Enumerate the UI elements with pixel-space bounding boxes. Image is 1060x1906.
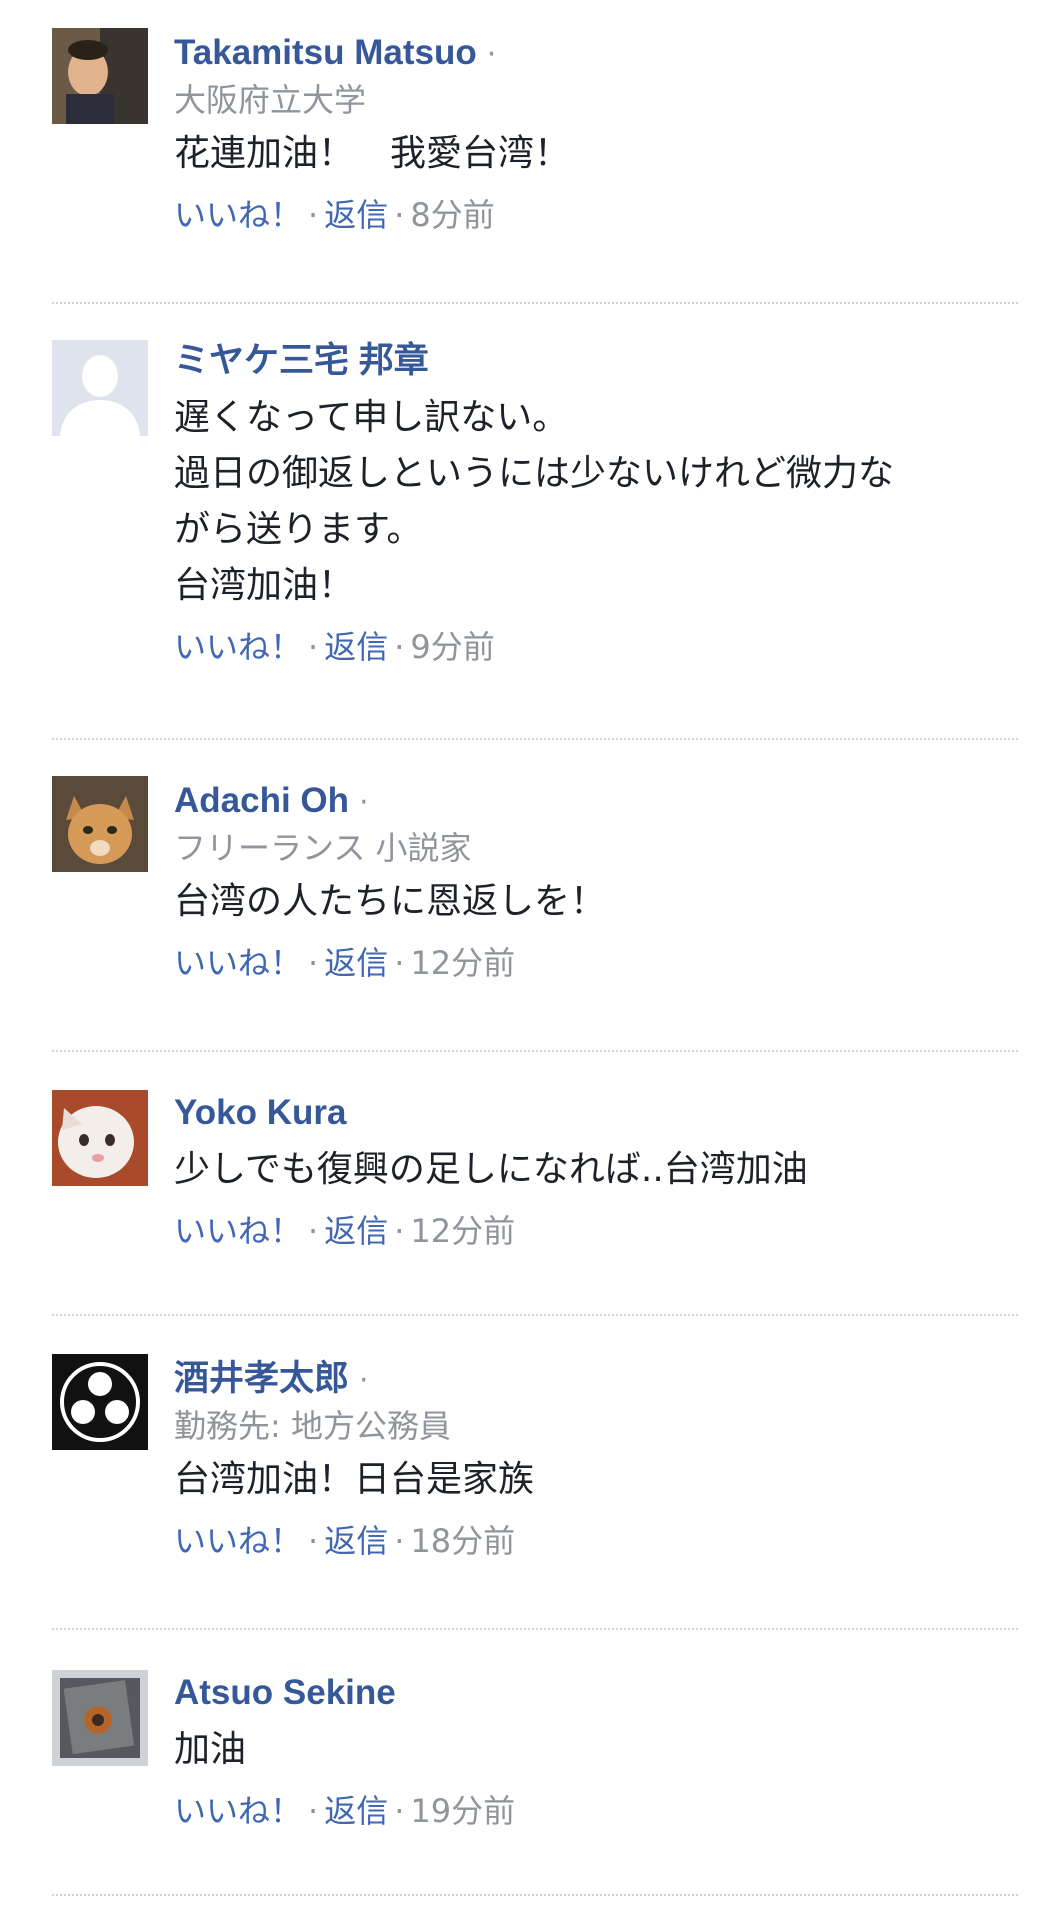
name-separator-dot: · — [486, 37, 497, 72]
comment-timestamp[interactable]: 19分前 — [410, 1792, 515, 1830]
comment-actions: いいね！ · 返信 · 8分前 — [174, 190, 1018, 240]
comment-actions: いいね！ · 返信 · 9分前 — [174, 622, 1018, 672]
comment-text: 台湾加油！日台是家族 — [174, 1452, 1018, 1508]
comment-item: ミヤケ三宅 邦章 遅くなって申し訳ない。 過日の御返しというには少ないけれど微力… — [52, 340, 1018, 740]
reply-link[interactable]: 返信 — [324, 628, 388, 666]
comment-text: 台湾の人たちに恩返しを！ — [174, 874, 1018, 930]
reply-link[interactable]: 返信 — [324, 196, 388, 234]
action-separator: · — [308, 1522, 319, 1560]
comment-text-line: 台湾加油！日台是家族 — [174, 1459, 535, 1500]
name-separator-dot: · — [359, 1363, 369, 1398]
author-subtitle: 勤務先: 地方公務員 — [174, 1407, 451, 1445]
comment-text: 加油 — [174, 1722, 1018, 1778]
comment-timestamp[interactable]: 12分前 — [410, 1212, 515, 1250]
action-separator: · — [308, 196, 319, 234]
comment-author-name[interactable]: Takamitsu Matsuo — [174, 33, 477, 72]
comment-text: 花連加油！ 我愛台湾！ — [174, 126, 1018, 182]
action-separator: · — [394, 1792, 405, 1830]
comment-author-name[interactable]: ミヤケ三宅 邦章 — [174, 341, 429, 380]
comment-item: Atsuo Sekine 加油 いいね！ · 返信 · 19分前 — [52, 1670, 1018, 1896]
object-photo-icon — [52, 1670, 148, 1766]
comment-actions: いいね！ · 返信 · 18分前 — [174, 1516, 1018, 1566]
like-link[interactable]: いいね！ — [174, 944, 302, 982]
name-separator-dot: · — [359, 785, 369, 820]
comment-author-name[interactable]: Adachi Oh — [174, 781, 349, 820]
action-separator: · — [394, 944, 405, 982]
comment-text-line: 花連加油！ 我愛台湾！ — [174, 133, 571, 174]
comment-item: Takamitsu Matsuo · 大阪府立大学 花連加油！ 我愛台湾！ いいね… — [52, 28, 1018, 304]
action-separator: · — [308, 944, 319, 982]
white-cat-photo-icon — [52, 1090, 148, 1186]
avatar[interactable] — [52, 28, 148, 124]
family-crest-icon — [52, 1354, 148, 1450]
comment-list: Takamitsu Matsuo · 大阪府立大学 花連加油！ 我愛台湾！ いいね… — [0, 0, 1060, 1906]
comment-author-name[interactable]: Yoko Kura — [174, 1093, 346, 1132]
comment-text-line: 加油 — [174, 1729, 247, 1770]
comment-item: Adachi Oh · フリーランス 小説家 台湾の人たちに恩返しを！ いいね！ ·… — [52, 776, 1018, 1052]
like-link[interactable]: いいね！ — [174, 628, 302, 666]
comment-timestamp[interactable]: 12分前 — [410, 944, 515, 982]
comment-item: 酒井孝太郎 · 勤務先: 地方公務員 台湾加油！日台是家族 いいね！ · 返信 · 18分… — [52, 1354, 1018, 1630]
author-subtitle: フリーランス 小説家 — [174, 829, 472, 867]
comment-actions: いいね！ · 返信 · 12分前 — [174, 1206, 1018, 1256]
reply-link[interactable]: 返信 — [324, 1792, 388, 1830]
reply-link[interactable]: 返信 — [324, 944, 388, 982]
avatar[interactable] — [52, 776, 148, 872]
like-link[interactable]: いいね！ — [174, 1212, 302, 1250]
comment-text-line: 少しでも復興の足しになれば..台湾加油 — [174, 1149, 808, 1190]
author-subtitle: 大阪府立大学 — [174, 81, 367, 119]
comment-timestamp[interactable]: 9分前 — [410, 628, 494, 666]
comment-text: 遅くなって申し訳ない。 過日の御返しというには少ないけれど微力な がら送ります。… — [174, 390, 1018, 614]
comment-text-line: 遅くなって申し訳ない。 — [174, 397, 569, 438]
comment-timestamp[interactable]: 18分前 — [410, 1522, 515, 1560]
comment-text-line: 過日の御返しというには少ないけれど微力な — [174, 453, 895, 494]
like-link[interactable]: いいね！ — [174, 1522, 302, 1560]
avatar[interactable] — [52, 1354, 148, 1450]
comment-author-name[interactable]: 酒井孝太郎 — [174, 1359, 349, 1398]
comment-text: 少しでも復興の足しになれば..台湾加油 — [174, 1142, 1018, 1198]
like-link[interactable]: いいね！ — [174, 1792, 302, 1830]
reply-link[interactable]: 返信 — [324, 1522, 388, 1560]
comment-timestamp[interactable]: 8分前 — [410, 196, 494, 234]
comment-actions: いいね！ · 返信 · 19分前 — [174, 1786, 1018, 1836]
avatar[interactable] — [52, 340, 148, 436]
comment-author-name[interactable]: Atsuo Sekine — [174, 1673, 396, 1712]
comment-actions: いいね！ · 返信 · 12分前 — [174, 938, 1018, 988]
avatar[interactable] — [52, 1670, 148, 1766]
action-separator: · — [394, 1212, 405, 1250]
default-avatar-silhouette-icon — [52, 340, 148, 436]
comment-text-line: 台湾の人たちに恩返しを！ — [174, 881, 607, 922]
cat-photo-icon — [52, 776, 148, 872]
reply-link[interactable]: 返信 — [324, 1212, 388, 1250]
comment-item: Yoko Kura 少しでも復興の足しになれば..台湾加油 いいね！ · 返信 · 12… — [52, 1090, 1018, 1316]
action-separator: · — [308, 1212, 319, 1250]
like-link[interactable]: いいね！ — [174, 196, 302, 234]
action-separator: · — [394, 628, 405, 666]
action-separator: · — [394, 1522, 405, 1560]
avatar[interactable] — [52, 1090, 148, 1186]
person-photo-icon — [52, 28, 148, 124]
comment-text-line: がら送ります。 — [174, 509, 423, 550]
comment-text-line: 台湾加油！ — [174, 565, 355, 606]
action-separator: · — [308, 628, 319, 666]
action-separator: · — [394, 196, 405, 234]
action-separator: · — [308, 1792, 319, 1830]
